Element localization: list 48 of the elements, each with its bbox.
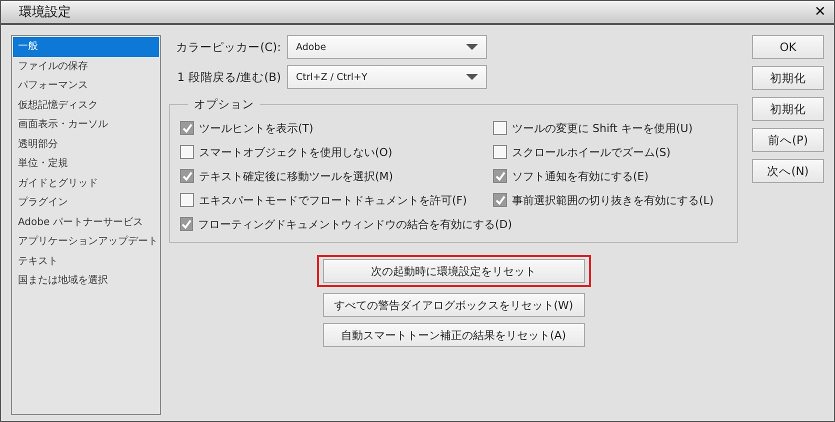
checkbox[interactable]	[493, 193, 507, 207]
sidebar-item[interactable]: 一般	[13, 37, 159, 56]
sidebar-item[interactable]: ガイドとグリッド	[13, 174, 159, 193]
dialog-button[interactable]: 初期化	[752, 97, 824, 121]
checkbox-label: エキスパートモードでフロートドキュメントを許可(F)	[199, 192, 467, 208]
checkbox[interactable]	[180, 121, 194, 135]
sidebar-item[interactable]: アプリケーションアップデート	[13, 232, 159, 252]
checkbox-label: ツールヒントを表示(T)	[199, 120, 314, 136]
checkbox[interactable]	[493, 121, 507, 135]
checkbox-label: テキスト確定後に移動ツールを選択(M)	[199, 168, 394, 184]
close-button[interactable]: ✕	[812, 4, 828, 20]
dialog-button[interactable]: OK	[752, 35, 824, 59]
sidebar-item[interactable]: テキスト	[13, 252, 159, 271]
checkbox-label: スマートオブジェクトを使用しない(O)	[199, 144, 392, 160]
group-title: オプション	[193, 97, 255, 112]
sidebar-item[interactable]: 透明部分	[13, 134, 159, 154]
checkbox-label: フローティングドキュメントウィンドウの結合を有効にする(D)	[198, 216, 512, 232]
reset-button[interactable]: 次の起動時に環境設定をリセット	[322, 259, 584, 283]
checkbox[interactable]	[180, 217, 193, 231]
sidebar-item[interactable]: ファイルの保存	[13, 56, 159, 76]
sidebar-item[interactable]: 仮想記憶ディスク	[13, 96, 159, 115]
reset-button[interactable]: 自動スマートトーン補正の結果をリセット(A)	[322, 323, 584, 347]
dropdown[interactable]: Ctrl+Z / Ctrl+Y	[287, 65, 487, 89]
dialog-button[interactable]: 初期化	[752, 66, 824, 90]
sidebar-item[interactable]: プラグイン	[13, 193, 159, 212]
checkbox[interactable]	[180, 193, 194, 207]
dialog-button[interactable]: 前へ(P)	[752, 128, 824, 152]
dropdown-label: カラーピッカー(C):	[175, 40, 282, 54]
reset-button[interactable]: すべての警告ダイアログボックスをリセット(W)	[322, 293, 584, 317]
caret-icon	[466, 44, 478, 50]
dropdown-label: 1 段階戻る/進む(B)	[176, 70, 282, 84]
caret-icon	[466, 74, 478, 80]
checkbox[interactable]	[493, 169, 507, 183]
checkbox-label: 事前選択範囲の切り抜きを有効にする(L)	[512, 192, 714, 208]
checkbox-label: ソフト通知を有効にする(E)	[512, 168, 649, 184]
sidebar-item[interactable]: 画面表示・カーソル	[13, 115, 159, 134]
dropdown[interactable]: Adobe	[287, 35, 487, 59]
sidebar-item[interactable]: 単位・定規	[13, 154, 159, 174]
checkbox[interactable]	[180, 145, 194, 159]
sidebar-item[interactable]: Adobe パートナーサービス	[13, 212, 159, 232]
dialog-button[interactable]: 次へ(N)	[752, 159, 824, 183]
sidebar-item[interactable]: 国または地域を選択	[13, 271, 159, 290]
window-title: 環境設定	[19, 4, 71, 21]
checkbox[interactable]	[180, 169, 194, 183]
checkbox-label: スクロールホイールでズーム(S)	[512, 144, 671, 160]
sidebar-item[interactable]: パフォーマンス	[13, 76, 159, 96]
checkbox[interactable]	[493, 145, 507, 159]
checkbox-label: ツールの変更に Shift キーを使用(U)	[512, 120, 693, 136]
